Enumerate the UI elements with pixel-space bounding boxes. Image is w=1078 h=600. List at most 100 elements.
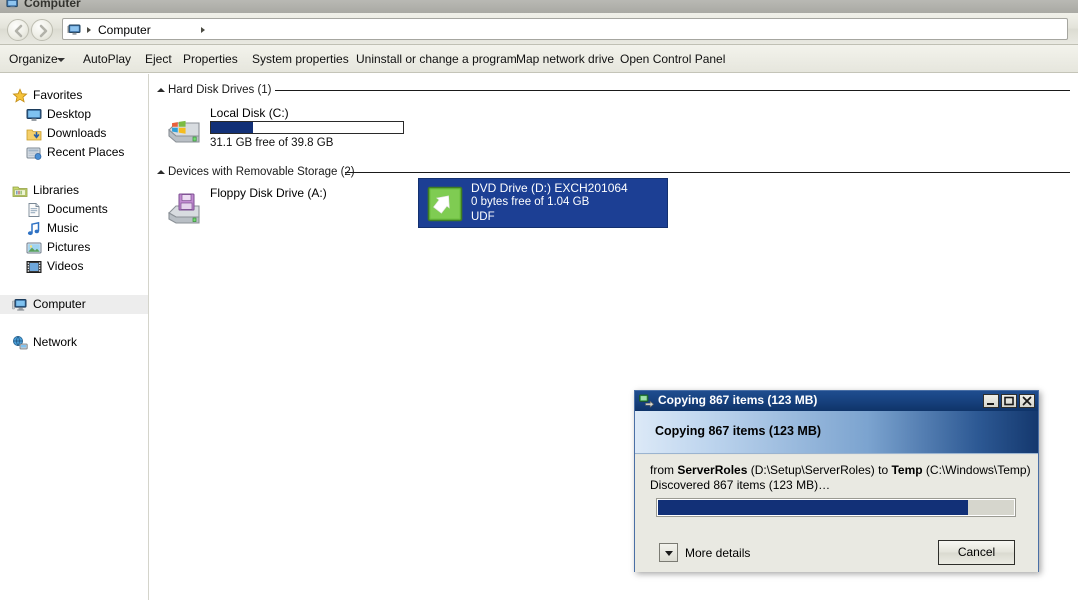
star-icon — [12, 88, 28, 104]
command-label: System properties — [252, 52, 349, 66]
drive-name: Floppy Disk Drive (A:) — [210, 186, 327, 200]
sidebar-item-music[interactable]: Music — [0, 219, 148, 238]
documents-icon — [26, 202, 42, 218]
network-icon — [12, 335, 28, 351]
to-prefix: to — [878, 463, 892, 477]
drive-item[interactable]: Floppy Disk Drive (A:) — [158, 184, 416, 234]
drive-capacity-bar — [210, 121, 404, 134]
sidebar-item-network[interactable]: Network — [0, 333, 148, 352]
chevron-right-icon[interactable] — [87, 27, 91, 33]
command-label: AutoPlay — [83, 52, 132, 66]
copy-files-icon — [639, 394, 655, 408]
sidebar-item-label: Favorites — [33, 88, 83, 102]
sidebar-item-libraries[interactable]: Libraries — [0, 181, 148, 200]
dialog-header-text: Copying 867 items (123 MB) — [655, 424, 822, 438]
dialog-titlebar: Copying 867 items (123 MB) — [635, 391, 1038, 411]
drive-name: Local Disk (C:) — [210, 106, 289, 120]
to-folder-name: Temp — [891, 463, 923, 477]
downloads-icon — [26, 126, 42, 142]
sidebar-item-label: Desktop — [47, 107, 92, 121]
sidebar-item-label: Videos — [47, 259, 84, 273]
computer-icon — [67, 22, 83, 38]
back-button[interactable] — [7, 19, 29, 41]
sidebar-item-label: Libraries — [33, 183, 80, 197]
desktop-icon — [26, 107, 42, 123]
computer-icon — [6, 0, 20, 11]
command-organize[interactable]: Organize — [2, 45, 65, 73]
hard-disk-icon — [166, 111, 202, 147]
group-separator — [345, 172, 1070, 173]
chevron-down-icon[interactable] — [201, 27, 205, 33]
group-separator — [275, 90, 1070, 91]
sidebar-item-label: Music — [47, 221, 79, 235]
sidebar-item-label: Computer — [33, 297, 86, 311]
drive-item[interactable]: Local Disk (C:) 31.1 GB free of 39.8 GB — [158, 104, 416, 154]
breadcrumb-computer[interactable]: Computer — [98, 22, 151, 38]
copy-source-destination-line: from ServerRoles (D:\Setup\ServerRoles) … — [650, 463, 1031, 477]
libraries-icon — [12, 183, 28, 199]
sidebar-item-documents[interactable]: Documents — [0, 200, 148, 219]
sidebar-item-label: Downloads — [47, 126, 107, 140]
command-label: Map network drive — [516, 52, 615, 66]
sidebar-item-label: Recent Places — [47, 145, 125, 159]
sidebar-item-recent-places[interactable]: Recent Places — [0, 143, 148, 162]
command-autoplay[interactable]: AutoPlay — [76, 45, 138, 73]
command-label: Uninstall or change a program — [356, 52, 517, 66]
command-properties[interactable]: Properties — [176, 45, 245, 73]
from-folder-name: ServerRoles — [677, 463, 748, 477]
drive-free-space: 0 bytes free of 1.04 GB — [471, 196, 590, 208]
window-title: Computer — [24, 0, 81, 10]
cancel-button[interactable]: Cancel — [938, 540, 1015, 565]
command-label: Properties — [183, 52, 238, 66]
chevron-down-icon[interactable] — [57, 58, 65, 62]
sidebar-item-desktop[interactable]: Desktop — [0, 105, 148, 124]
drive-filesystem: UDF — [471, 211, 495, 223]
close-button[interactable] — [1019, 394, 1035, 408]
dvd-drive-icon — [427, 186, 463, 222]
maximize-button[interactable] — [1001, 394, 1017, 408]
from-prefix: from — [650, 463, 678, 477]
navigation-bar: Computer — [0, 13, 1078, 45]
more-details-label[interactable]: More details — [685, 546, 750, 560]
sidebar-item-computer[interactable]: Computer — [0, 295, 148, 314]
copy-status-line: Discovered 867 items (123 MB)… — [650, 478, 831, 492]
chevron-up-icon[interactable] — [157, 170, 165, 174]
command-bar: Organize AutoPlay Eject Properties System pr… — [0, 45, 1078, 73]
floppy-drive-icon — [166, 191, 202, 227]
chevron-down-icon — [665, 551, 673, 556]
sidebar-item-label: Network — [33, 335, 78, 349]
forward-button[interactable] — [31, 19, 53, 41]
computer-icon — [12, 297, 28, 313]
drive-item[interactable]: DVD Drive (D:) EXCH201064 0 bytes free of… — [418, 178, 668, 228]
minimize-button[interactable] — [983, 394, 999, 408]
command-label: Eject — [145, 52, 172, 66]
command-open-control-panel[interactable]: Open Control Panel — [613, 45, 732, 73]
more-details-button[interactable] — [659, 543, 678, 562]
sidebar-item-label: Documents — [47, 202, 108, 216]
dialog-title: Copying 867 items (123 MB) — [658, 393, 818, 407]
command-system-properties[interactable]: System properties — [245, 45, 356, 73]
address-bar[interactable]: Computer — [62, 18, 1068, 40]
command-map-network-drive[interactable]: Map network drive — [509, 45, 621, 73]
sidebar-item-pictures[interactable]: Pictures — [0, 238, 148, 257]
sidebar-item-videos[interactable]: Videos — [0, 257, 148, 276]
from-folder-path: (D:\Setup\ServerRoles) — [747, 463, 879, 477]
drive-capacity-fill — [211, 122, 254, 133]
command-uninstall-or-change-a-program[interactable]: Uninstall or change a program — [349, 45, 524, 73]
copy-progress-bar — [656, 498, 1016, 517]
chevron-up-icon[interactable] — [157, 88, 165, 92]
dialog-header-band: Copying 867 items (123 MB) — [635, 411, 1038, 454]
sidebar-item-label: Pictures — [47, 240, 91, 254]
sidebar-item-downloads[interactable]: Downloads — [0, 124, 148, 143]
videos-icon — [26, 259, 42, 275]
recent-places-icon — [26, 145, 42, 161]
pictures-icon — [26, 240, 42, 256]
group-header-label: Devices with Removable Storage (2) — [168, 166, 355, 178]
command-eject[interactable]: Eject — [138, 45, 179, 73]
drive-free-space: 31.1 GB free of 39.8 GB — [210, 137, 334, 149]
sidebar-item-favorites[interactable]: Favorites — [0, 86, 148, 105]
copy-progress-fill — [658, 500, 968, 515]
command-label: Organize — [9, 52, 58, 66]
to-folder-path: (C:\Windows\Temp) — [922, 463, 1031, 477]
dialog-body: from ServerRoles (D:\Setup\ServerRoles) … — [635, 455, 1038, 572]
